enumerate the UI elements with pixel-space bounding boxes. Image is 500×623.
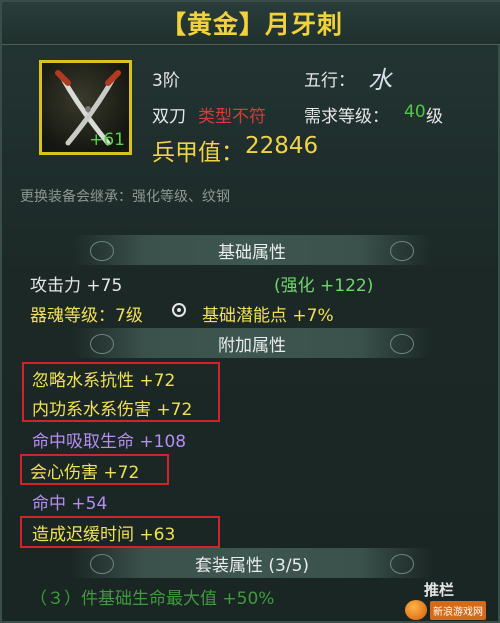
ornament-right-icon [390, 334, 414, 354]
stat-attack: 攻击力 +75 [30, 276, 123, 296]
stat-potential: 基础潜能点 +7% [202, 306, 334, 326]
extra-stat-row: 忽略水系抗性 +72 [32, 371, 176, 391]
watermark: 新浪游戏网 [405, 599, 497, 621]
element-water-glyph: 水 [368, 66, 392, 94]
section-extra-attributes: 附加属性 [72, 328, 432, 358]
section-extra-title: 附加属性 [218, 335, 286, 356]
watermark-text: 新浪游戏网 [430, 600, 486, 620]
section-set-attributes: 套装属性 (3/5) [72, 548, 432, 578]
site-logo-icon [405, 600, 427, 620]
weapon-type: 双刀 [152, 107, 186, 127]
collapse-button[interactable]: 推栏 [424, 579, 454, 600]
req-level-value: 40 [404, 102, 426, 122]
extra-stat-row: 命中吸取生命 +108 [32, 432, 187, 452]
soul-indicator-icon [172, 303, 186, 317]
req-level-label: 需求等级： [304, 107, 389, 127]
stat-enhance: (强化 +122) [274, 276, 374, 296]
icon-enhance-level: +61 [89, 130, 125, 150]
extra-stat-row: 内功系水系伤害 +72 [32, 400, 193, 420]
item-title: 【黄金】月牙刺 [160, 10, 343, 39]
power-label: 兵甲值： [152, 140, 244, 166]
section-set-title: 套装属性 (3/5) [194, 555, 310, 576]
item-tooltip-panel: 【黄金】月牙刺 +61 3阶 五行： 水 双刀 类型不符 需求等级： 40 级 … [0, 0, 500, 623]
power-value: 22846 [245, 133, 319, 159]
type-mismatch-warning: 类型不符 [198, 107, 266, 127]
item-icon-slot[interactable]: +61 [39, 60, 132, 155]
inherit-note: 更换装备会继承：强化等级、纹钢 [20, 189, 230, 205]
item-tier: 3阶 [152, 71, 180, 91]
req-level-unit: 级 [426, 107, 443, 127]
section-basic-title: 基础属性 [218, 242, 286, 263]
title-bar: 【黄金】月牙刺 [2, 2, 500, 45]
ornament-right-icon [390, 241, 414, 261]
ornament-left-icon [90, 554, 114, 574]
section-basic-attributes: 基础属性 [72, 235, 432, 265]
set-stat-row: （３）件基础生命最大值 +50% [30, 589, 275, 609]
stat-soul-level: 器魂等级：7级 [30, 306, 143, 326]
ornament-left-icon [90, 334, 114, 354]
extra-stat-row: 会心伤害 +72 [30, 463, 140, 483]
extra-stat-row: 造成迟缓时间 +63 [32, 525, 176, 545]
ornament-left-icon [90, 241, 114, 261]
element-label: 五行： [304, 71, 355, 91]
ornament-right-icon [390, 554, 414, 574]
extra-stat-row: 命中 +54 [32, 494, 108, 514]
